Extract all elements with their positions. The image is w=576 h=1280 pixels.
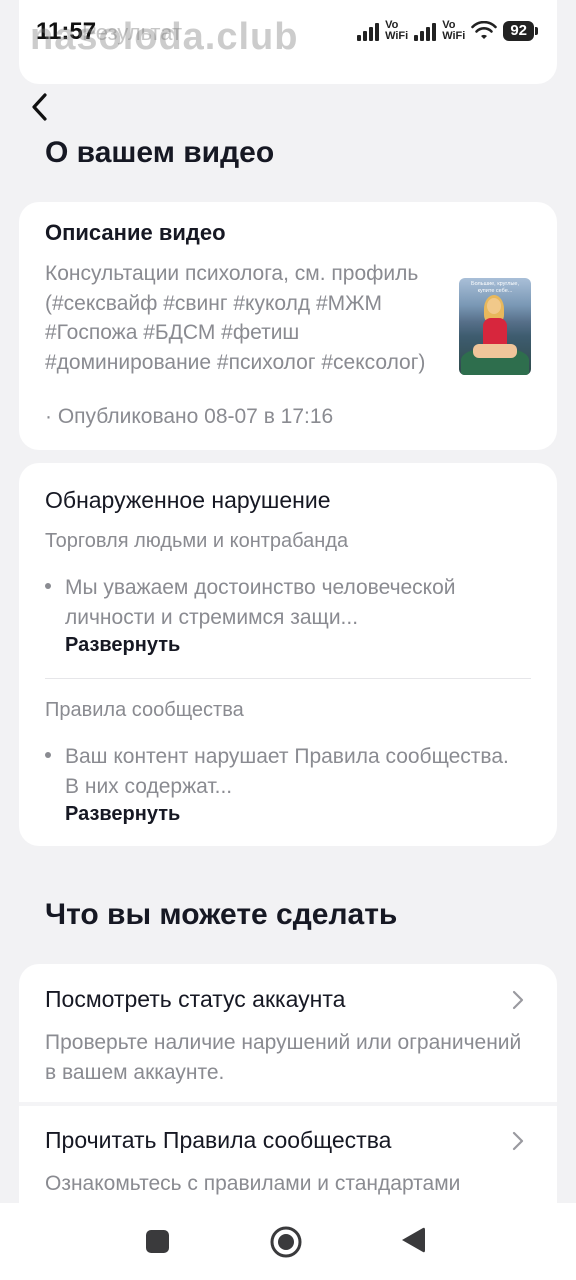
screen: Результат 11:57 nasolodа.club Vo WiFi Vo… [0,0,576,1280]
wifi-icon [471,21,498,39]
actions-section-title: Что вы можете сделать [45,898,398,931]
vowifi-label: Vo WiFi [385,19,409,42]
rules-text: Ваш контент нарушает Правила сообщества.… [45,742,525,801]
chevron-right-icon [512,990,524,1010]
description-heading: Описание видео [45,220,226,245]
back-triangle-icon[interactable] [400,1225,426,1255]
status-bar: Результат 11:57 nasolodа.club Vo WiFi Vo… [0,0,576,84]
expand-link-rules[interactable]: Развернуть [45,803,525,826]
action-title: Посмотреть статус аккаунта [45,986,346,1012]
chevron-right-icon [512,1131,524,1151]
action-description: Проверьте наличие нарушений или ограниче… [45,1031,522,1084]
violation-category-text: Мы уважаем достоинство человеческой личн… [45,573,525,632]
system-nav-bar [0,1203,576,1280]
battery-indicator: 92 [503,21,538,41]
description-text: Консультации психолога, см. профиль (#се… [45,262,426,374]
published-date: · Опубликовано 08-07 в 17:16 [45,405,334,428]
signal-icon [357,21,380,41]
action-title: Прочитать Правила сообщества [45,1127,392,1153]
action-description: Ознакомьтесь с правилами и стандартами [45,1172,461,1195]
rules-label: Правила сообщества [45,699,244,721]
video-description-card: Описание видео Консультации психолога, с… [19,202,557,450]
expand-link-category[interactable]: Развернуть [45,634,525,657]
home-circle-icon[interactable] [269,1225,303,1259]
violation-heading: Обнаруженное нарушение [45,487,331,513]
status-icons: Vo WiFi Vo WiFi 92 [357,19,538,42]
actions-card: Посмотреть статус аккаунта Проверьте нал… [19,964,557,1224]
video-thumbnail[interactable]: Большие, круглые, купите себе... [459,278,531,375]
action-account-status[interactable]: Посмотреть статус аккаунта Проверьте нал… [19,964,557,1102]
thumbnail-caption: Большие, круглые, купите себе... [470,281,519,294]
violation-card: Обнаруженное нарушение Торговля людьми и… [19,463,557,846]
vowifi-label-2: Vo WiFi [442,19,466,42]
watermark: nasolodа.club [30,16,299,58]
recents-square-icon[interactable] [146,1230,169,1253]
violation-category: Торговля людьми и контрабанда [45,530,349,552]
signal-icon-2 [414,21,437,41]
back-chevron-icon[interactable] [26,90,56,124]
page-title: О вашем видео [45,136,275,169]
violation-category-block: Мы уважаем достоинство человеческой личн… [45,573,525,657]
rules-block: Ваш контент нарушает Правила сообщества.… [45,742,525,826]
divider [45,678,531,679]
